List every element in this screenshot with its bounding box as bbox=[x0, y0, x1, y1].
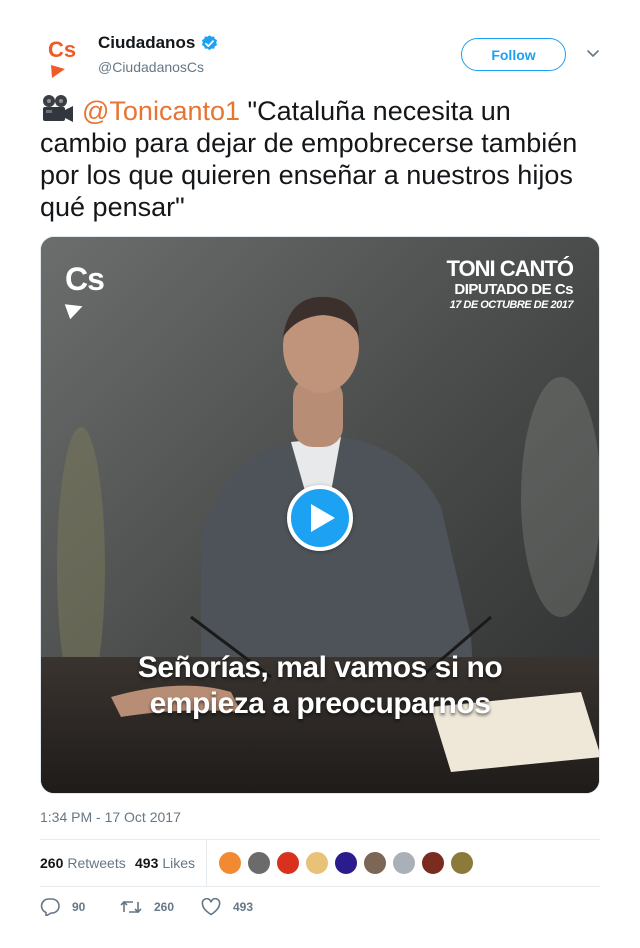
tweet-timestamp[interactable]: 1:34 PM - 17 Oct 2017 bbox=[40, 809, 181, 825]
caption-date: 17 DE OCTUBRE DE 2017 bbox=[449, 299, 574, 311]
video-subtitle-line-2: empieza a preocuparnos bbox=[149, 687, 491, 720]
like-count: 493 bbox=[233, 900, 254, 914]
svg-text:Cs: Cs bbox=[48, 37, 76, 62]
video-speaker-caption: TONI CANTÓ DIPUTADO DE Cs 17 DE OCTUBRE … bbox=[446, 256, 574, 312]
likes-label: Likes bbox=[162, 855, 196, 871]
like-button[interactable]: 493 bbox=[201, 898, 253, 916]
follow-button[interactable]: Follow bbox=[461, 38, 566, 71]
tweet-header: Cs Ciudadanos @CiudadanosCs Follow bbox=[40, 30, 601, 82]
chevron-down-icon[interactable] bbox=[585, 45, 601, 61]
reply-button[interactable]: 90 bbox=[40, 898, 85, 916]
heart-icon bbox=[201, 898, 221, 916]
retweets-stat[interactable]: 260 Retweets bbox=[40, 855, 126, 871]
video-subtitle-line-1: Señorías, mal vamos si no bbox=[137, 651, 503, 684]
liker-avatar[interactable] bbox=[218, 851, 242, 875]
video-player[interactable]: Cs TONI CANTÓ DIPUTADO DE Cs 17 DE OCTUB… bbox=[40, 236, 600, 794]
display-name-text[interactable]: Ciudadanos bbox=[98, 33, 195, 53]
author-display-name[interactable]: Ciudadanos bbox=[98, 33, 219, 53]
liker-avatar[interactable] bbox=[421, 851, 445, 875]
retweet-button[interactable]: 260 bbox=[120, 898, 174, 916]
play-button[interactable] bbox=[287, 485, 353, 551]
liker-avatars bbox=[218, 851, 479, 875]
verified-badge-icon bbox=[202, 34, 218, 50]
tweet-text: @Tonicanto1 "Cataluña necesita un cambio… bbox=[40, 94, 600, 223]
liker-avatar[interactable] bbox=[450, 851, 474, 875]
retweets-count: 260 bbox=[40, 855, 64, 871]
likes-count: 493 bbox=[135, 855, 159, 871]
author-handle[interactable]: @CiudadanosCs bbox=[98, 59, 219, 75]
tweet-mention-link[interactable]: @Tonicanto1 bbox=[82, 96, 240, 126]
movie-camera-icon bbox=[43, 95, 73, 122]
liker-avatar[interactable] bbox=[334, 851, 358, 875]
play-icon bbox=[310, 504, 335, 532]
likes-stat[interactable]: 493 Likes bbox=[135, 855, 195, 871]
cs-logo-icon: Cs bbox=[48, 37, 76, 78]
liker-avatar[interactable] bbox=[392, 851, 416, 875]
liker-avatar[interactable] bbox=[363, 851, 387, 875]
retweets-label: Retweets bbox=[67, 855, 126, 871]
author-avatar[interactable]: Cs bbox=[40, 32, 90, 82]
tweet-actions: 90 260 493 bbox=[40, 898, 600, 918]
reply-count: 90 bbox=[72, 900, 86, 914]
retweet-count: 260 bbox=[154, 900, 175, 914]
video-logo-text: Cs bbox=[65, 261, 105, 297]
liker-avatar[interactable] bbox=[305, 851, 329, 875]
reply-icon bbox=[40, 898, 60, 916]
stats-divider bbox=[206, 840, 207, 886]
video-brand-logo: Cs bbox=[64, 261, 105, 320]
liker-avatar[interactable] bbox=[276, 851, 300, 875]
retweet-icon bbox=[120, 900, 142, 914]
caption-speaker-role: DIPUTADO DE Cs bbox=[454, 281, 573, 298]
tweet-stats-bar: 260 Retweets 493 Likes bbox=[40, 839, 600, 887]
caption-speaker-name: TONI CANTÓ bbox=[446, 256, 574, 281]
liker-avatar[interactable] bbox=[247, 851, 271, 875]
